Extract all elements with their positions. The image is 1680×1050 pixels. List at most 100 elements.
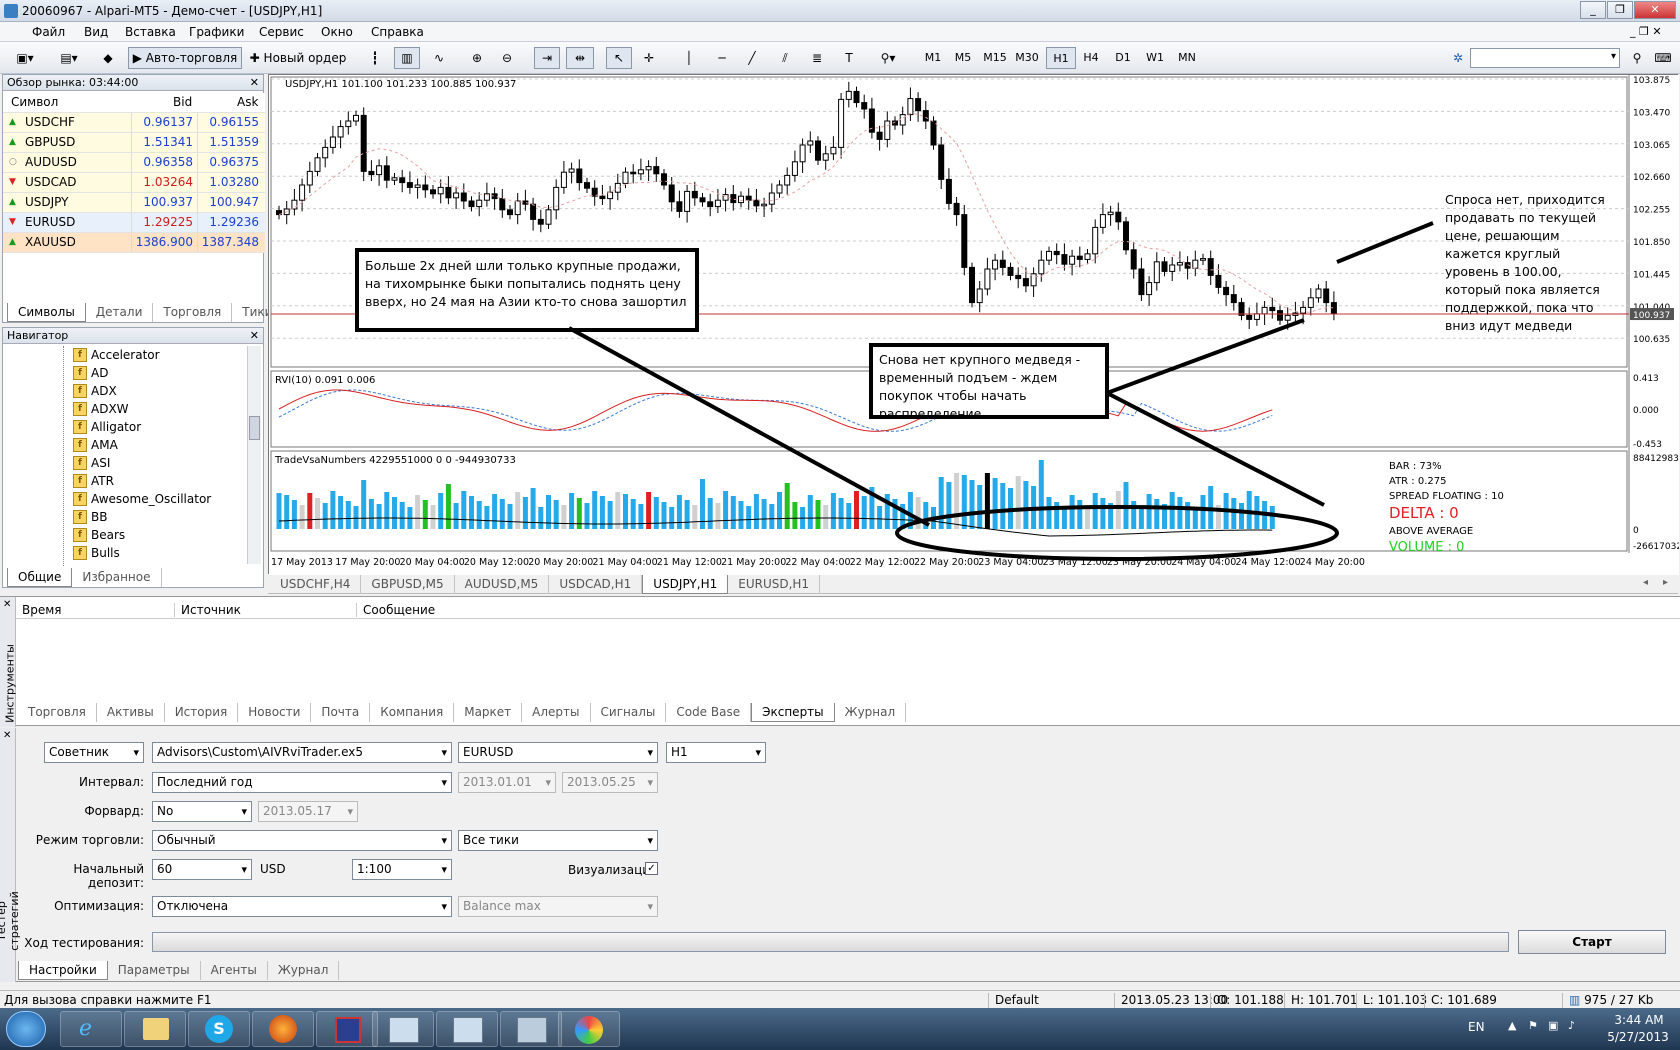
line-chart-icon[interactable]: ∿ [428,47,450,69]
market-watch-row[interactable]: ▲ XAUUSD 1386.900 1387.348 [3,233,265,253]
fibo-icon[interactable]: ≣ [806,47,828,69]
close-icon[interactable]: ✕ [3,599,11,610]
tf-w1[interactable]: W1 [1140,47,1170,69]
period-select[interactable]: H1 [666,742,766,763]
navigator-item[interactable]: f Accelerator [73,346,160,364]
toolbox-tab[interactable]: Почта [311,703,371,722]
chart-tab[interactable]: EURUSD,H1 [728,575,821,594]
toolbox-tab[interactable]: Активы [97,703,165,722]
close-icon[interactable]: ✕ [3,730,11,741]
settings-icon[interactable]: ✲ [1446,47,1470,69]
menu-charts[interactable]: Графики [189,25,244,39]
tab-symbols[interactable]: Символы [7,303,86,322]
tabs-left-icon[interactable]: ◂ [1643,577,1648,588]
tester-tab[interactable]: Настройки [18,961,108,980]
deposit-input[interactable]: 60 [152,859,252,880]
explorer-icon[interactable] [124,1011,186,1047]
ie-icon[interactable]: ℯ [60,1011,122,1047]
cursor-icon[interactable]: ↖ [606,47,632,69]
forward-date-field[interactable]: 2013.05.17 [258,801,358,822]
tester-tab[interactable]: Параметры [108,961,201,980]
search-input[interactable]: ▾ [1470,48,1620,68]
toolbox-tab[interactable]: Журнал [835,703,907,722]
maximize-button[interactable]: ❐ [1607,1,1633,19]
market-watch-row[interactable]: ▲ USDJPY 100.937 100.947 [3,193,265,213]
expert-select[interactable]: Advisors\Custom\AIVRviTrader.ex5 [152,742,452,763]
optimization-select[interactable]: Отключена [152,896,452,917]
skype-icon[interactable]: S [188,1011,250,1047]
minimize-button[interactable]: _ [1580,1,1606,19]
tf-m15[interactable]: M15 [980,47,1010,69]
autoscroll-icon[interactable]: ⇥ [534,47,560,69]
tf-h1[interactable]: H1 [1046,47,1076,69]
menu-help[interactable]: Справка [371,25,424,39]
tray-network-icon[interactable]: ▣ [1548,1019,1558,1032]
search-icon[interactable]: ⚲ [1626,47,1648,69]
candle-chart-icon[interactable]: ▥ [394,47,420,69]
price-chart[interactable]: 103.875 103.470 103.065 102.660 102.255 101.8… [269,75,1679,575]
network-app-icon[interactable] [500,1011,562,1047]
horizontal-line-icon[interactable]: ─ [712,47,732,69]
toolbox-tab[interactable]: Алерты [522,703,591,722]
tf-h4[interactable]: H4 [1076,47,1106,69]
navigator-item[interactable]: f Bulls [73,544,120,562]
navigator-item[interactable]: f ADX [73,382,117,400]
market-watch-row[interactable]: ▼ USDCAD 1.03264 1.03280 [3,173,265,193]
mt5-second-icon[interactable] [436,1011,498,1047]
tray-date[interactable]: 5/27/2013 [1602,1030,1674,1044]
tabs-right-icon[interactable]: ▸ [1663,577,1668,588]
tf-mn[interactable]: MN [1172,47,1202,69]
profiles-icon[interactable]: ▤▾ [52,47,86,69]
menu-tools[interactable]: Сервис [259,25,304,39]
tab-common[interactable]: Общие [7,568,73,587]
chart-tab[interactable]: USDJPY,H1 [642,575,729,594]
forward-select[interactable]: No [152,801,252,822]
navigator-item[interactable]: f ADXW [73,400,129,418]
tf-m5[interactable]: M5 [948,47,978,69]
paint-icon[interactable] [558,1011,620,1047]
navigator-item[interactable]: f BB [73,508,107,526]
toolbox-tab[interactable]: Новости [238,703,312,722]
new-chart-icon[interactable]: ▣▾ [8,47,42,69]
text-icon[interactable]: T [838,47,860,69]
navigator-item[interactable]: f Bears [73,526,125,544]
tab-trading[interactable]: Торговля [153,303,233,322]
save-app-icon[interactable] [316,1011,378,1047]
zoom-in-icon[interactable]: ⊕ [466,47,488,69]
navigator-scrollbar[interactable] [247,346,261,564]
tester-tab[interactable]: Агенты [201,961,268,980]
tester-icon[interactable]: ◆ [98,47,118,69]
tf-m30[interactable]: M30 [1012,47,1042,69]
toolbox-tab[interactable]: Маркет [454,703,523,722]
navigator-item[interactable]: f Awesome_Oscillator [73,490,211,508]
visualization-checkbox[interactable]: ✓ [645,862,658,875]
vertical-line-icon[interactable]: │ [680,47,698,69]
close-icon[interactable]: ✕ [250,328,259,343]
tray-flag-icon[interactable]: ⚑ [1528,1019,1538,1032]
ticks-select[interactable]: Все тики [458,830,658,851]
chart-window[interactable]: 103.875 103.470 103.065 102.660 102.255 101.8… [268,74,1679,575]
navigator-item[interactable]: f AMA [73,436,118,454]
scroll-thumb[interactable] [249,416,260,440]
start-button[interactable]: Старт [1518,930,1666,954]
symbol-select[interactable]: EURUSD [458,742,658,763]
autotrade-button[interactable]: ▶ Авто-торговля [128,47,242,69]
trade-mode-select[interactable]: Обычный [152,830,452,851]
date-from-field[interactable]: 2013.01.01 [458,772,556,793]
trendline-icon[interactable]: ╱ [742,47,762,69]
help-icon[interactable]: ⌨ [1652,47,1674,69]
toolbox-tab[interactable]: Code Base [666,703,752,722]
new-order-button[interactable]: ✚ Новый ордер [248,47,348,69]
market-watch-row[interactable]: ▼ EURUSD 1.29225 1.29236 [3,213,265,233]
firefox-icon[interactable] [252,1011,314,1047]
navigator-item[interactable]: f AD [73,364,108,382]
start-button-icon[interactable] [6,1011,46,1047]
market-watch-row[interactable]: ▲ USDCHF 0.96137 0.96155 [3,113,265,133]
close-icon[interactable]: ✕ [250,75,259,90]
tf-d1[interactable]: D1 [1108,47,1138,69]
zoom-out-icon[interactable]: ⊖ [496,47,518,69]
tray-volume-icon[interactable]: ♪ [1568,1019,1575,1032]
mt5-icon[interactable] [372,1011,434,1047]
date-to-field[interactable]: 2013.05.25 [562,772,658,793]
toolbox-tab[interactable]: Компания [370,703,455,722]
